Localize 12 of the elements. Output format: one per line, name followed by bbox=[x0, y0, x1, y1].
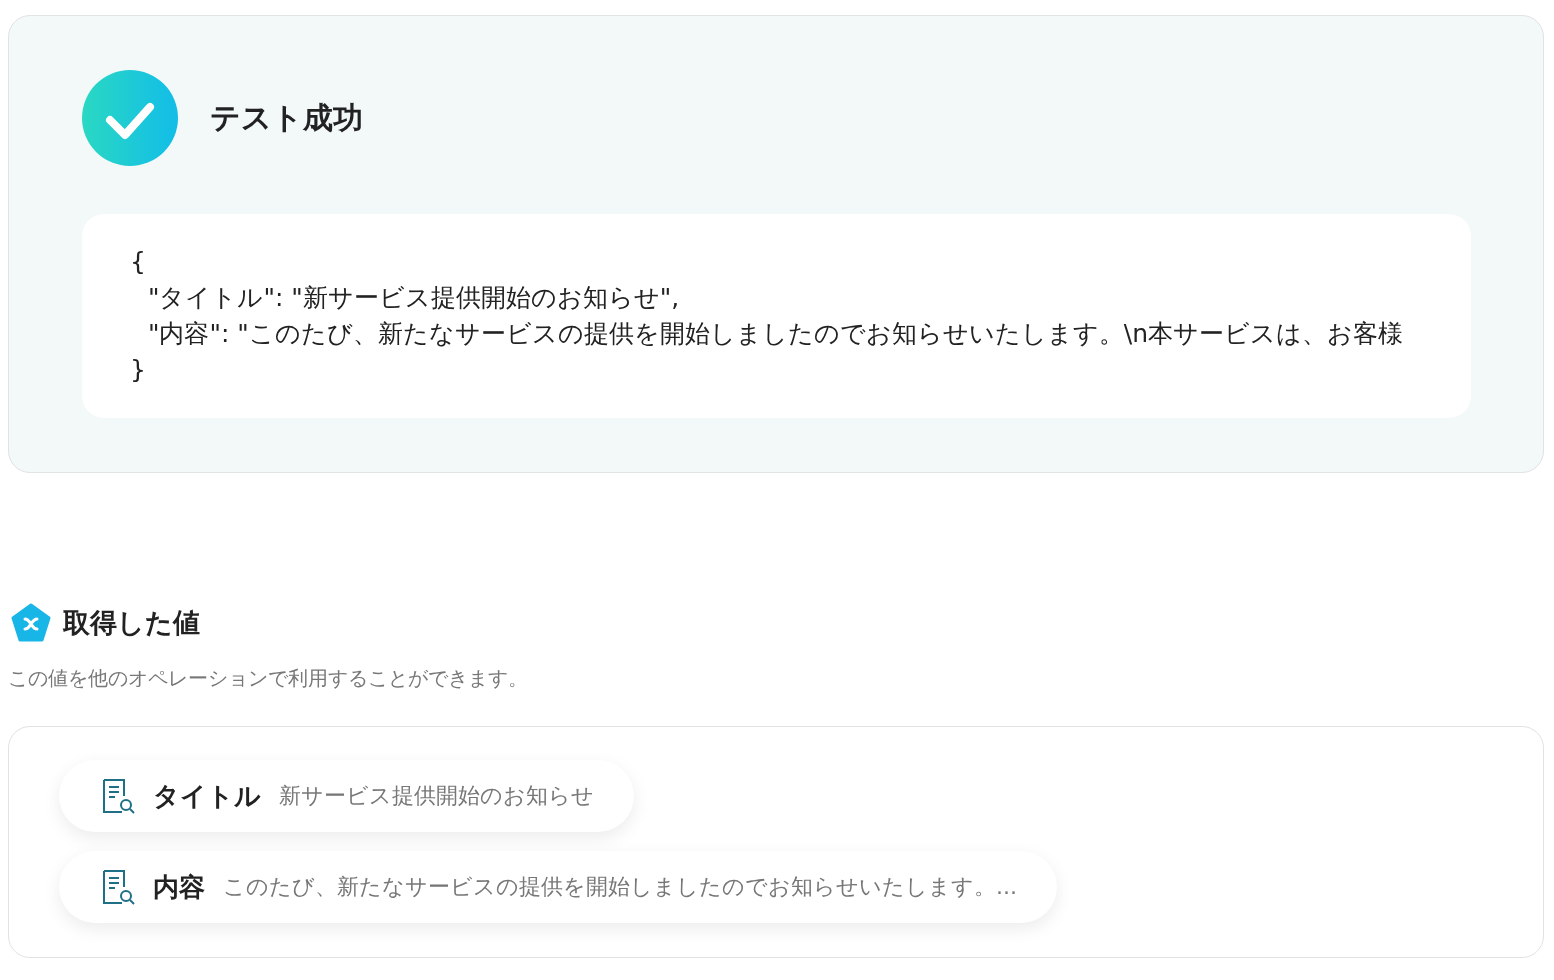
section-description: この値を他のオペレーションで利用することができます。 bbox=[8, 665, 529, 692]
code-line: "タイトル": "新サービス提供開始のお知らせ", bbox=[147, 282, 680, 314]
value-chip[interactable]: 内容 このたび、新たなサービスの提供を開始しましたのでお知らせいたします。... bbox=[59, 851, 1057, 923]
code-line: "内容": "このたび、新たなサービスの提供を開始しましたのでお知らせいたします。\n本サービスは、お客様 bbox=[147, 318, 1404, 350]
value-chip[interactable]: タイトル 新サービス提供開始のお知らせ bbox=[59, 760, 634, 832]
document-search-icon bbox=[101, 778, 137, 814]
section-title: 取得した値 bbox=[63, 606, 200, 640]
variable-pentagon-icon bbox=[11, 603, 51, 643]
code-line: } bbox=[130, 354, 146, 386]
document-search-icon bbox=[101, 869, 137, 905]
code-line: { bbox=[130, 246, 146, 278]
result-title: テスト成功 bbox=[210, 98, 363, 137]
